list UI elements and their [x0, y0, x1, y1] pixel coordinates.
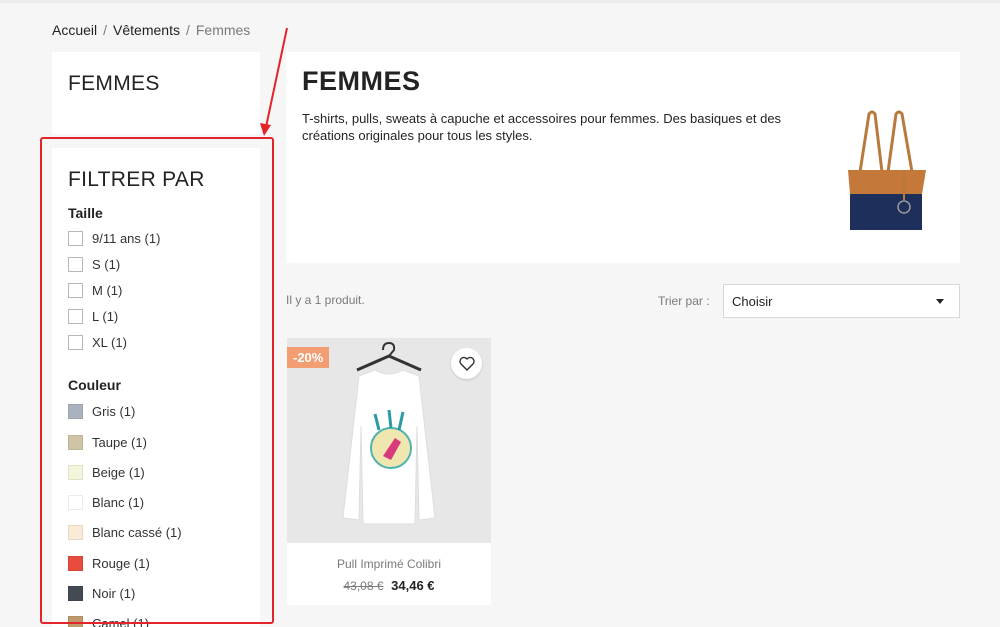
color-swatch[interactable]	[68, 525, 83, 540]
color-filter-label: Gris (1)	[92, 404, 136, 419]
color-filter-option[interactable]: Beige (1)	[68, 465, 145, 480]
color-filter-label: Blanc (1)	[92, 495, 145, 510]
sort-dropdown[interactable]: Choisir	[723, 284, 960, 318]
color-swatch[interactable]	[68, 495, 83, 510]
filter-title: FILTRER PAR	[68, 168, 205, 191]
color-swatch[interactable]	[68, 404, 83, 419]
facet-title-color: Couleur	[68, 377, 121, 393]
size-filter-label: XL (1)	[92, 335, 127, 350]
sort-selected-value: Choisir	[732, 293, 773, 309]
color-filter-label: Taupe (1)	[92, 435, 147, 450]
wishlist-button[interactable]	[451, 348, 482, 379]
category-image	[848, 110, 926, 230]
color-filter-option[interactable]: Blanc (1)	[68, 495, 144, 510]
product-name[interactable]: Pull Imprimé Colibri	[287, 557, 491, 571]
color-filter-label: Camel (1)	[92, 616, 150, 627]
product-card[interactable]: -20% Pull Imprimé Colibri 43,08 € 34,46 …	[287, 338, 491, 605]
breadcrumb-home-link[interactable]: Accueil	[52, 22, 97, 38]
category-description: T-shirts, pulls, sweats à capuche et acc…	[302, 111, 782, 143]
product-price: 43,08 € 34,46 €	[287, 578, 491, 593]
size-filter-option[interactable]: 9/11 ans (1)	[68, 231, 160, 246]
category-header: FEMMES T-shirts, pulls, sweats à capuche…	[286, 52, 960, 263]
size-filter-label: 9/11 ans (1)	[92, 231, 161, 246]
breadcrumb-category-link[interactable]: Vêtements	[113, 22, 180, 38]
product-count: Il y a 1 produit.	[286, 293, 365, 307]
facet-title-size: Taille	[68, 205, 103, 221]
breadcrumb-separator: /	[103, 22, 108, 38]
color-filter-option[interactable]: Rouge (1)	[68, 556, 150, 571]
top-divider	[0, 0, 1000, 3]
color-swatch[interactable]	[68, 586, 83, 601]
size-filter-label: M (1)	[92, 283, 123, 298]
color-filter-label: Noir (1)	[92, 586, 136, 601]
checkbox[interactable]	[68, 257, 83, 272]
size-filter-option[interactable]: M (1)	[68, 283, 122, 298]
size-filter-label: L (1)	[92, 309, 119, 324]
regular-price: 43,08 €	[343, 579, 384, 593]
size-filter-option[interactable]: XL (1)	[68, 335, 127, 350]
discount-badge: -20%	[287, 347, 330, 368]
color-filter-label: Beige (1)	[92, 465, 145, 480]
color-filter-option[interactable]: Noir (1)	[68, 586, 135, 601]
color-filter-label: Rouge (1)	[92, 556, 150, 571]
color-swatch[interactable]	[68, 616, 83, 627]
color-filter-option[interactable]: Blanc cassé (1)	[68, 525, 182, 540]
product-thumbnail[interactable]: -20%	[287, 338, 491, 543]
size-filter-option[interactable]: S (1)	[68, 257, 120, 272]
category-tree-block: FEMMES	[52, 52, 260, 134]
sort-label: Trier par :	[658, 294, 710, 308]
color-filter-option[interactable]: Taupe (1)	[68, 435, 147, 450]
color-swatch[interactable]	[68, 556, 83, 571]
breadcrumb-separator: /	[185, 22, 190, 38]
color-filter-option[interactable]: Camel (1)	[68, 616, 149, 627]
color-swatch[interactable]	[68, 435, 83, 450]
color-filter-option[interactable]: Gris (1)	[68, 404, 135, 419]
heart-icon	[458, 356, 475, 371]
breadcrumb-current: Femmes	[195, 22, 251, 38]
color-filter-label: Blanc cassé (1)	[92, 525, 182, 540]
checkbox[interactable]	[68, 283, 83, 298]
category-title: FEMMES	[302, 66, 421, 96]
checkbox[interactable]	[68, 335, 83, 350]
checkbox[interactable]	[68, 309, 83, 324]
checkbox[interactable]	[68, 231, 83, 246]
chevron-down-icon	[936, 299, 944, 304]
sale-price: 34,46 €	[391, 578, 435, 593]
color-swatch[interactable]	[68, 465, 83, 480]
size-filter-label: S (1)	[92, 257, 121, 272]
size-filter-option[interactable]: L (1)	[68, 309, 118, 324]
filter-panel: FILTRER PAR Taille 9/11 ans (1) S (1) M …	[52, 148, 260, 627]
category-tree-title[interactable]: FEMMES	[68, 72, 160, 96]
breadcrumb: Accueil / Vêtements / Femmes	[52, 22, 250, 38]
